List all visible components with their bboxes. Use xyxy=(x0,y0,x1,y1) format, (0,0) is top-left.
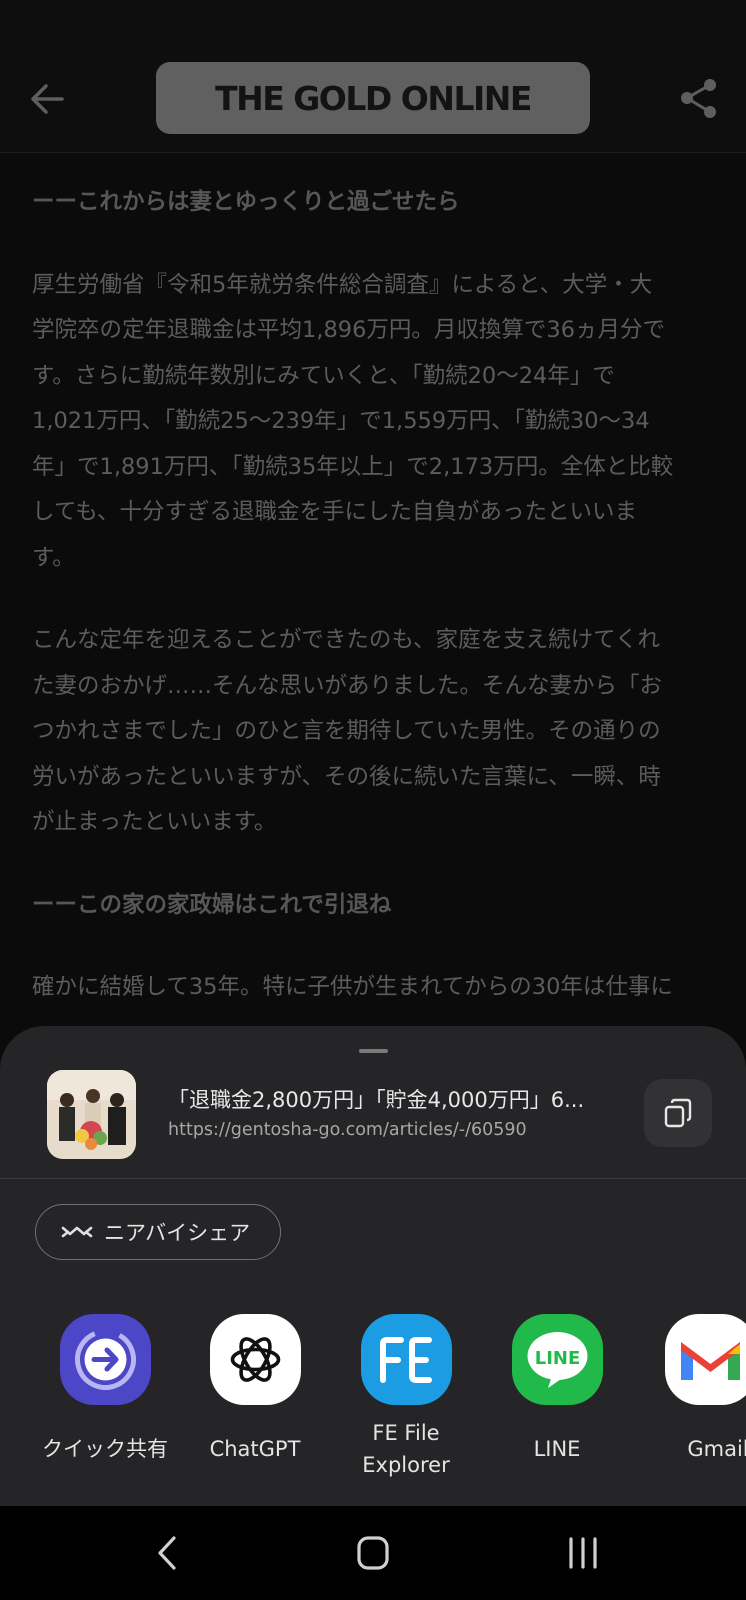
app-label: ChatGPT xyxy=(209,1437,301,1461)
paragraph-line: こんな定年を迎えることができたのも、家庭を支え続けてくれ xyxy=(32,627,660,653)
app-bar: THE GOLD ONLINE xyxy=(0,0,746,153)
app-label: Explorer xyxy=(362,1453,450,1477)
paragraph-line: す。 xyxy=(32,544,75,571)
share-sheet: 「退職金2,800万円」「貯金4,000万円」6... https://gent… xyxy=(0,1026,746,1506)
article-paragraph: 厚生労働省『令和5年就労条件総合調査』によると、大学・大 学院卒の定年退職金は平… xyxy=(32,263,722,582)
back-button[interactable] xyxy=(22,74,72,124)
site-logo[interactable]: THE GOLD ONLINE xyxy=(156,62,590,134)
nearby-share-button[interactable]: ニアバイシェア xyxy=(35,1204,281,1260)
paragraph-line: た妻のおかげ……そんな思いがありました。そんな妻から「お xyxy=(32,672,663,699)
paragraph-line: 厚生労働省『令和5年就労条件総合調査』によると、大学・大 xyxy=(32,271,653,298)
shared-page-url: https://gentosha-go.com/articles/-/60590 xyxy=(168,1120,527,1140)
app-label: クイック共有 xyxy=(42,1437,168,1461)
svg-text:LINE: LINE xyxy=(535,1348,581,1369)
paragraph-line: 1,021万円、「勤続25～239年」で1,559万円、「勤続30～34 xyxy=(32,408,650,434)
paragraph-line: 学院卒の定年退職金は平均1,896万円。月収換算で36ヵ月分で xyxy=(32,317,666,343)
article-thumbnail xyxy=(47,1070,136,1159)
nearby-share-label: ニアバイシェア xyxy=(104,1221,251,1245)
system-navigation-bar xyxy=(0,1506,746,1600)
app-label: LINE xyxy=(533,1437,581,1461)
paragraph-line: 労いがあったといいますが、その後に続いた言葉に、一瞬、時 xyxy=(32,763,661,790)
nav-home-button[interactable] xyxy=(344,1526,404,1580)
app-label: FE File xyxy=(372,1421,440,1445)
fe-file-explorer-icon xyxy=(361,1314,452,1405)
line-icon: LINE xyxy=(512,1314,603,1405)
copy-icon xyxy=(664,1098,692,1128)
gmail-icon xyxy=(665,1314,746,1405)
nav-back-button[interactable] xyxy=(138,1526,198,1580)
arrow-left-icon xyxy=(31,84,64,114)
share-icon xyxy=(681,79,716,118)
shared-page-title: 「退職金2,800万円」「貯金4,000万円」6... xyxy=(168,1088,585,1112)
article-paragraph: こんな定年を迎えることができたのも、家庭を支え続けてくれ た妻のおかげ……そんな… xyxy=(32,618,722,846)
copy-link-button[interactable] xyxy=(644,1079,712,1147)
article-heading: ーーこの家の家政婦はこれで引退ね xyxy=(32,891,392,918)
share-target-gmail[interactable]: Gmail xyxy=(640,1314,746,1474)
site-logo-text: THE GOLD ONLINE xyxy=(215,78,532,118)
article-body: ーーこれからは妻とゆっくりと過ごせたら 厚生労働省『令和5年就労条件総合調査』に… xyxy=(32,180,722,1011)
paragraph-line: す。さらに勤続年数別にみていくと、「勤続20～24年」で xyxy=(32,362,615,389)
nav-recents-icon xyxy=(569,1537,597,1569)
nav-recents-button[interactable] xyxy=(554,1526,614,1580)
divider xyxy=(0,1178,746,1179)
nav-back-icon xyxy=(158,1536,176,1570)
share-button[interactable] xyxy=(674,74,724,124)
app-label: Gmail xyxy=(687,1437,746,1461)
paragraph-line: が止まったといいます。 xyxy=(32,809,277,835)
quick-share-icon xyxy=(60,1314,151,1405)
article-heading: ーーこれからは妻とゆっくりと過ごせたら xyxy=(32,189,460,215)
chatgpt-icon xyxy=(210,1314,301,1405)
paragraph-line: 確かに結婚して35年。特に子供が生まれてからの30年は仕事に xyxy=(32,974,673,1000)
paragraph-line: しても、十分すぎる退職金を手にした自負があったといいま xyxy=(32,499,638,525)
paragraph-line: つかれさまでした」のひと言を期待していた男性。その通りの xyxy=(32,718,661,744)
drag-handle[interactable] xyxy=(359,1049,388,1053)
nav-home-icon xyxy=(357,1536,389,1570)
nearby-share-icon xyxy=(61,1226,93,1238)
paragraph-line: 年」で1,891万円、「勤続35年以上」で2,173万円。全体と比較 xyxy=(32,453,674,480)
